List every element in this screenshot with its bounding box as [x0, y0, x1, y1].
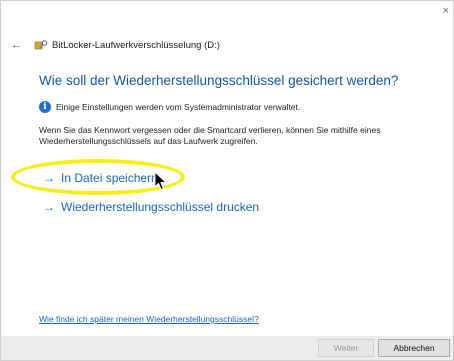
arrow-right-icon: →	[43, 171, 55, 185]
save-to-file-option[interactable]: → In Datei speichern	[43, 171, 158, 185]
save-to-file-label: In Datei speichern	[61, 171, 158, 185]
help-link[interactable]: Wie finde ich später meinen Wiederherste…	[39, 314, 259, 324]
close-icon[interactable]: ×	[443, 5, 449, 17]
page-title: Wie soll der Wiederherstellungsschlüssel…	[39, 73, 399, 88]
button-bar: Weiter Abbrechen	[1, 336, 453, 360]
next-button[interactable]: Weiter	[318, 339, 374, 357]
window-title: BitLocker-Laufwerkverschlüsselung (D:)	[52, 39, 220, 51]
admin-info-text: Einige Einstellungen werden vom Systemad…	[56, 102, 301, 112]
info-icon: i	[39, 101, 51, 113]
print-key-label: Wiederherstellungsschlüssel drucken	[61, 200, 260, 214]
bitlocker-key-icon	[34, 40, 48, 50]
title-bar: ← BitLocker-Laufwerkverschlüsselung (D:)	[11, 39, 220, 51]
cancel-button[interactable]: Abbrechen	[378, 339, 450, 357]
recovery-description: Wenn Sie das Kennwort vergessen oder die…	[39, 125, 381, 146]
arrow-right-icon: →	[43, 200, 55, 214]
back-arrow-icon[interactable]: ←	[11, 39, 22, 51]
bitlocker-dialog: × ← BitLocker-Laufwerkverschlüsselung (D…	[0, 0, 454, 361]
admin-info-line: i Einige Einstellungen werden vom System…	[39, 101, 300, 113]
mouse-cursor-icon	[154, 171, 168, 191]
print-key-option[interactable]: → Wiederherstellungsschlüssel drucken	[43, 200, 259, 214]
